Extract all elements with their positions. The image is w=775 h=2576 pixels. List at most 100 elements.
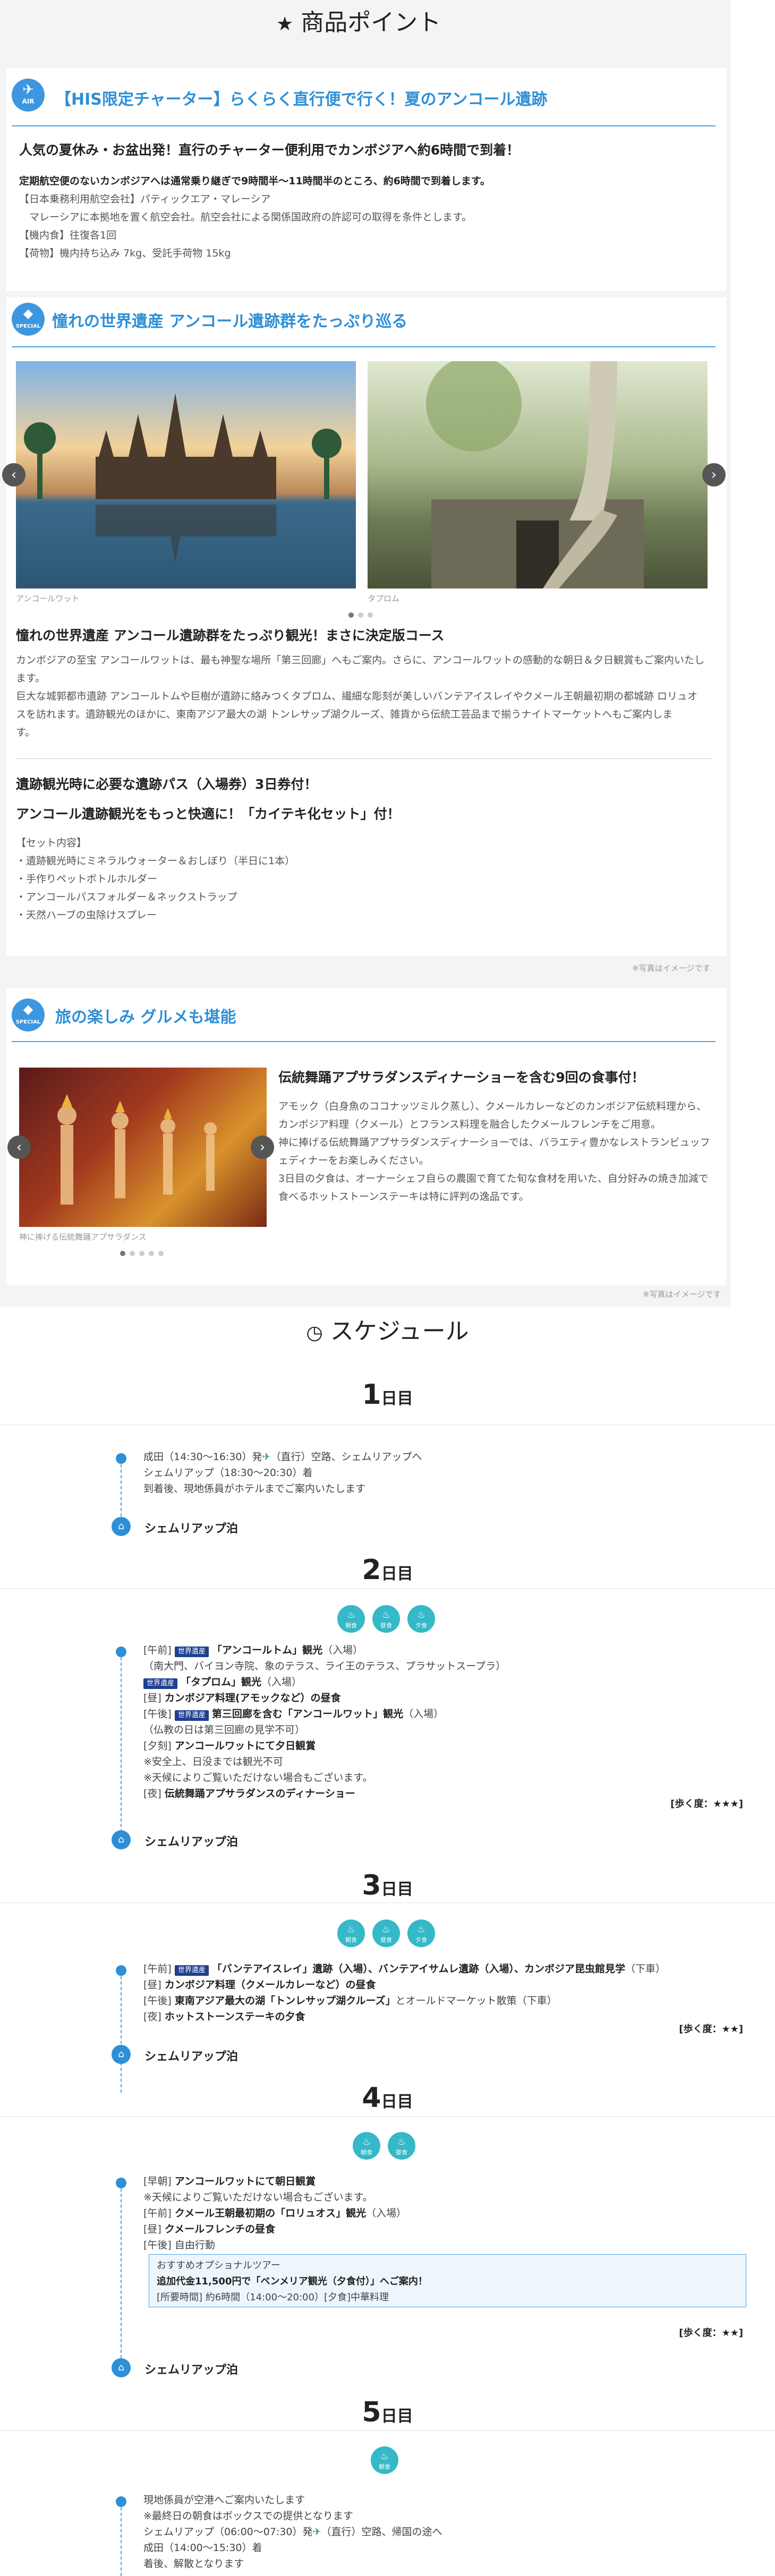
gourmet-carousel-dots[interactable] xyxy=(118,1248,166,1258)
gourmet-divider xyxy=(12,1041,716,1042)
timeline-line xyxy=(121,2496,122,2576)
air-line: 【日本乗務利用航空会社】パティックエア・マレーシア xyxy=(19,193,271,205)
air-sub: 定期航空便のないカンボジアへは通常乗り継ぎで9時間半〜11時間半のところ、約6時… xyxy=(19,175,490,187)
gourmet-lead: 伝統舞踊アプサラダンスディナーショーを含む9回の食事付！ xyxy=(278,1070,645,1085)
gourmet-line: カンボジア料理（クメール）とフランス料理を融合したクメールフレンチをご用意。 xyxy=(278,1119,661,1130)
air-heading: 【HIS限定チャーター】らくらく直行便で行く！夏のアンコール遺跡 xyxy=(55,90,548,109)
optional-tour-detail: [所要時間] 約6時間（14:00〜20:00）[夕食]中華料理 xyxy=(157,2292,389,2303)
lunch-icon: ♨ 昼食 xyxy=(372,1920,400,1947)
plane-icon: ✈ xyxy=(262,1451,271,1463)
diamond-icon: ◆ xyxy=(23,1002,33,1017)
gourmet-prev-button[interactable]: ‹ xyxy=(7,1136,31,1159)
ruins-separator xyxy=(16,758,712,759)
photo-caption: アンコールワット xyxy=(16,594,80,603)
air-line: マレーシアに本拠地を置く航空会社。航空会社による関係国政府の許認可の取得を条件と… xyxy=(19,211,472,223)
air-line: 【荷物】機内持ち込み 7kg、受託手荷物 15kg xyxy=(19,248,231,259)
points-header: ★ 商品ポイント xyxy=(0,0,730,64)
day-3-schedule: [午前] 世界遺産 「バンテアイスレイ」遺跡（入場）、バンテアイサムレ遺跡（入場）… xyxy=(143,1963,666,2023)
schedule-title: スケジュール xyxy=(330,1318,469,1345)
optional-tour-title: 追加代金11,500円で「ベンメリア観光（夕食付）」へご案内！ xyxy=(157,2276,428,2287)
walking-level: [歩く度：★★] xyxy=(679,2327,743,2339)
lunch-icon: ♨ 昼食 xyxy=(372,1605,400,1633)
timeline-line xyxy=(121,1647,122,1838)
day-1-schedule: 成田（14:30〜16:30）発✈（直行）空路、シェムリアップへ シェムリアップ… xyxy=(143,1451,422,1495)
gourmet-next-button[interactable]: › xyxy=(251,1136,274,1159)
breakfast-icon: ♨ 朝食 xyxy=(371,2446,398,2474)
ruins-heading: 憧れの世界遺産 アンコール遺跡群をたっぷり巡る xyxy=(52,312,408,331)
tree-ruin-silhouette xyxy=(426,361,644,588)
world-heritage-tag: 世界遺産 xyxy=(174,1710,209,1721)
day-5-title: 5日目 xyxy=(362,2396,413,2428)
day-4-title: 4日目 xyxy=(362,2082,413,2114)
ruins-divider xyxy=(12,346,716,347)
timeline-dot xyxy=(116,2496,126,2507)
clock-icon: ◷ xyxy=(306,1322,323,1344)
hotel-icon: ⌂ xyxy=(112,2358,131,2377)
photo-caption: タプロム xyxy=(368,594,400,603)
air-badge: ✈ AIR xyxy=(12,79,45,112)
world-heritage-tag: 世界遺産 xyxy=(174,1965,209,1976)
timeline-line xyxy=(121,2178,122,2364)
carousel-prev-button[interactable]: ‹ xyxy=(2,463,25,487)
page-title: 商品ポイント xyxy=(301,9,441,36)
air-lead: 人気の夏休み・お盆出発！直行のチャーター便利用でカンボジアへ約6時間で到着！ xyxy=(19,142,520,158)
ruins-kit: アンコール遺跡観光をもっと快適に！「カイテキ化セット」付！ xyxy=(16,806,401,822)
gourmet-line: 食べるホットストーンステーキは特に評判の逸品です。 xyxy=(278,1191,529,1202)
ruins-lead: 憧れの世界遺産 アンコール遺跡群をたっぷり観光！まさに決定版コース xyxy=(16,628,445,643)
ruins-line: スを訪れます。遺跡観光のほかに、東南アジア最大の湖 トンレサップ湖クルーズ、雑貨… xyxy=(16,709,673,720)
breakfast-icon: ♨ 朝食 xyxy=(337,1920,365,1947)
kit-item: ・天然ハーブの虫除けスプレー xyxy=(16,909,157,921)
day-5-schedule: 現地係員が空港へご案内いたします ※最終日の朝食はボックスでの提供となります シ… xyxy=(143,2494,442,2570)
breakfast-icon: ♨ 朝食 xyxy=(353,2132,380,2160)
kit-item: ・アンコールパスフォルダー＆ネックストラップ xyxy=(16,891,237,903)
day-divider xyxy=(0,2116,775,2117)
kit-item: ・遺跡観光時にミネラルウォーター＆おしぼり（半日に1本） xyxy=(16,855,295,867)
hotel-icon: ⌂ xyxy=(112,2045,131,2064)
timeline-dot xyxy=(116,1453,126,1464)
plane-icon: ✈ xyxy=(312,2526,321,2538)
timeline-dot xyxy=(116,1965,126,1976)
timeline-dot xyxy=(116,2178,126,2188)
optional-tour-box[interactable]: おすすめオプショナルツアー 追加代金11,500円で「ベンメリア観光（夕食付）」… xyxy=(149,2254,746,2307)
stay-label: シェムリアップ泊 xyxy=(144,2050,239,2063)
ruins-line: カンボジアの至宝 アンコールワットは、最も神聖な場所「第三回廊」へもご案内。さら… xyxy=(16,654,704,666)
gourmet-heading: 旅の楽しみ グルメも堪能 xyxy=(55,1008,236,1027)
walking-level: [歩く度：★★★] xyxy=(670,1798,743,1810)
special-ruins-section: ◆ SPECIAL 憧れの世界遺産 アンコール遺跡群をたっぷり巡る ‹ › アン… xyxy=(2,297,726,956)
gourmet-line: アモック（白身魚のココナッツミルク蒸し）、クメールカレーなどのカンボジア伝統料理… xyxy=(278,1101,707,1112)
gourmet-line: 3日目の夕食は、オーナーシェフ自らの農園で育てた旬な食材を用いた、自分好みの焼き… xyxy=(278,1173,709,1184)
timeline-line xyxy=(121,1965,122,2093)
schedule-header: ◷ スケジュール xyxy=(0,1312,775,1346)
timeline-dot xyxy=(116,1647,126,1657)
star-icon: ★ xyxy=(276,13,294,35)
carousel-dots[interactable] xyxy=(346,610,375,620)
ruins-line: ます。 xyxy=(16,672,46,684)
world-heritage-tag: 世界遺産 xyxy=(174,1647,209,1657)
kit-item: 【セット内容】 xyxy=(16,837,87,849)
carousel-next-button[interactable]: › xyxy=(702,463,726,487)
world-heritage-tag: 世界遺産 xyxy=(143,1678,178,1689)
ruins-line: 巨大な城郭都市遺跡 アンコールトムや巨樹が遺跡に絡みつくタプロム、繊細な彫刻が美… xyxy=(16,690,697,702)
ta-prohm-photo xyxy=(368,361,708,588)
diamond-icon: ◆ xyxy=(23,306,33,321)
hotel-icon: ⌂ xyxy=(112,1830,131,1849)
dancers-silhouette xyxy=(57,1094,217,1205)
stay-label: シェムリアップ泊 xyxy=(144,2364,239,2377)
day-2-title: 2日目 xyxy=(362,1554,413,1586)
stay-label: シェムリアップ泊 xyxy=(144,1836,239,1849)
airplane-icon: ✈ xyxy=(22,82,34,98)
dinner-icon: ♨ 夕食 xyxy=(407,1605,435,1633)
kit-item: ・手作りペットボトルホルダー xyxy=(16,873,158,885)
day-2-schedule: [午前] 世界遺産 「アンコールトム」観光（入場） （南大門、バイヨン寺院、象のテ… xyxy=(143,1644,506,1799)
angkor-wat-photo xyxy=(16,361,356,588)
ruins-line: す。 xyxy=(16,727,36,738)
gourmet-line: 神に捧げる伝統舞踊アプサラダンスディナーショーでは、バラエティ豊かなレストランビ… xyxy=(278,1137,710,1148)
day-3-title: 3日目 xyxy=(362,1870,413,1901)
image-note: ※写真はイメージです xyxy=(643,1290,721,1299)
apsara-dance-photo xyxy=(19,1068,267,1227)
timeline-line xyxy=(121,1453,122,1528)
breakfast-icon: ♨ 朝食 xyxy=(337,1605,365,1633)
day-divider xyxy=(0,1588,775,1589)
stay-label: シェムリアップ泊 xyxy=(144,1522,239,1536)
day-4-schedule: [早朝] アンコールワットにて朝日観賞 ※天候によりご覧いただけない場合もござい… xyxy=(143,2176,407,2251)
